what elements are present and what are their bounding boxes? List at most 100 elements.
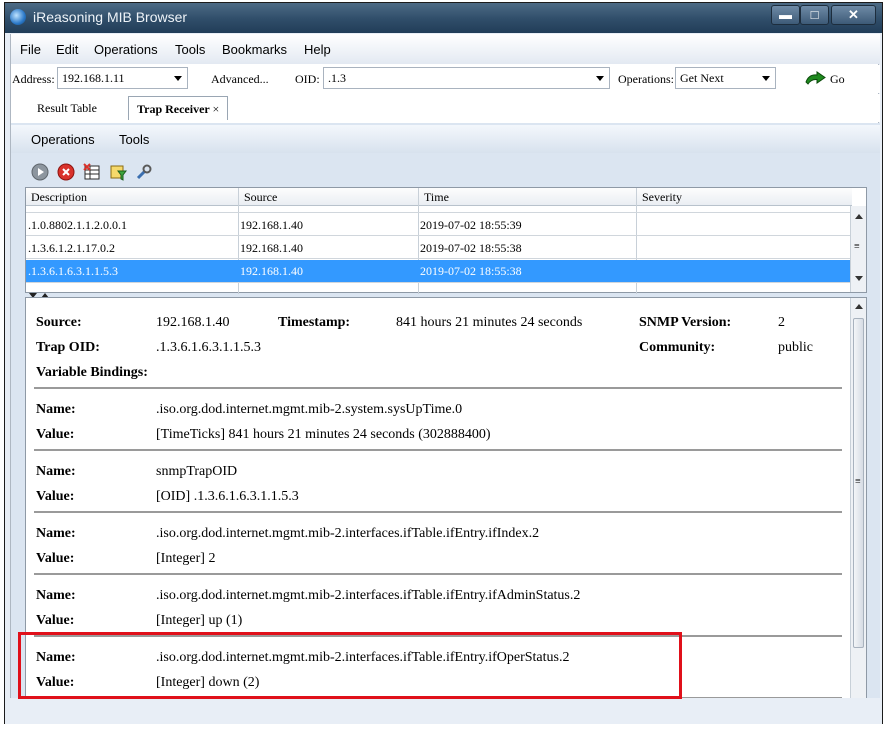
cell-description: .1.3.6.1.6.3.1.1.5.3: [28, 264, 118, 278]
trap-oid-label: Trap OID:: [36, 340, 100, 355]
binding-value-value: [OID] .1.3.6.1.6.3.1.1.5.3: [156, 489, 299, 504]
start-icon[interactable]: [31, 163, 49, 181]
scroll-up-icon[interactable]: [855, 304, 863, 309]
binding-name-value: .iso.org.dod.internet.mgmt.mib-2.interfa…: [156, 588, 581, 603]
table-header: Description Source Time Severity: [26, 188, 852, 206]
maximize-icon: □: [810, 7, 819, 22]
app-globe-icon: [10, 9, 26, 25]
address-label: Address:: [12, 72, 55, 86]
binding-value-value: [TimeTicks] 841 hours 21 minutes 24 seco…: [156, 427, 491, 442]
menu-file[interactable]: File: [20, 42, 41, 57]
settings-icon[interactable]: [135, 163, 153, 181]
go-arrow-icon[interactable]: [805, 71, 827, 85]
tab-result-table[interactable]: Result Table: [29, 96, 105, 120]
binding-value-label: Value:: [36, 613, 75, 628]
binding-name-value: snmpTrapOID: [156, 464, 238, 479]
cell-description: .1.3.6.1.2.1.17.0.2: [28, 241, 115, 255]
scroll-down-icon[interactable]: [855, 276, 863, 281]
timestamp-value: 841 hours 21 minutes 24 seconds: [396, 315, 583, 330]
operations-label: Operations:: [618, 72, 674, 86]
close-tab-icon[interactable]: ×: [213, 102, 220, 116]
snmp-version-value: 2: [778, 315, 785, 330]
operations-select[interactable]: Get Next: [675, 67, 776, 89]
divider: [34, 511, 842, 513]
scroll-grip-icon[interactable]: ≡: [854, 242, 860, 252]
menu-help[interactable]: Help: [304, 42, 331, 57]
column-header-source[interactable]: Source: [244, 190, 277, 205]
table-scrollbar[interactable]: ≡: [850, 206, 866, 292]
column-header-time[interactable]: Time: [424, 190, 449, 205]
address-value: 192.168.1.11: [62, 71, 125, 85]
go-button[interactable]: Go: [830, 72, 845, 87]
binding-name-label: Name:: [36, 464, 76, 479]
panel-menu-operations[interactable]: Operations: [31, 132, 95, 147]
client-area: File Edit Operations Tools Bookmarks Hel…: [10, 34, 880, 719]
table-row[interactable]: .1.0.8802.1.1.2.0.0.1 192.168.1.40 2019-…: [26, 214, 852, 236]
details-scrollbar[interactable]: ≡: [850, 298, 866, 716]
cell-source: 192.168.1.40: [240, 241, 303, 255]
menu-operations[interactable]: Operations: [94, 42, 158, 57]
divider: [34, 449, 842, 451]
divider: [34, 573, 842, 575]
column-header-severity[interactable]: Severity: [642, 190, 682, 205]
variable-bindings-label: Variable Bindings:: [36, 365, 148, 380]
community-value: public: [778, 340, 813, 355]
cell-time: 2019-07-02 18:55:38: [420, 264, 522, 278]
scroll-thumb[interactable]: ≡: [853, 318, 864, 648]
cell-description: .1.0.8802.1.1.2.0.0.1: [28, 218, 127, 232]
oid-combo[interactable]: .1.3: [323, 67, 610, 89]
close-window-button[interactable]: ✕: [831, 5, 876, 25]
binding-value-label: Value:: [36, 427, 75, 442]
address-combo[interactable]: 192.168.1.11: [57, 67, 188, 89]
menu-bar: File Edit Operations Tools Bookmarks Hel…: [11, 34, 880, 64]
scroll-up-icon[interactable]: [855, 214, 863, 219]
table-row[interactable]: .1.3.6.1.2.1.17.0.2 192.168.1.40 2019-07…: [26, 237, 852, 259]
binding-value-value: [Integer] up (1): [156, 613, 243, 628]
snmp-version-label: SNMP Version:: [639, 315, 732, 330]
panel-toolbar: [11, 155, 880, 187]
chevron-down-icon[interactable]: [596, 76, 604, 81]
title-bar[interactable]: iReasoning MIB Browser ▬ □ ✕: [5, 3, 882, 33]
source-label: Source:: [36, 315, 82, 330]
minimize-button[interactable]: ▬: [771, 5, 800, 25]
cell-source: 192.168.1.40: [240, 218, 303, 232]
address-bar: Address: 192.168.1.11 Advanced... OID: .…: [11, 65, 880, 93]
filter-icon[interactable]: [109, 163, 127, 181]
menu-tools[interactable]: Tools: [175, 42, 205, 57]
chevron-down-icon[interactable]: [762, 76, 770, 81]
cell-time: 2019-07-02 18:55:38: [420, 241, 522, 255]
scroll-grip-icon[interactable]: ≡: [855, 477, 861, 487]
cell-time: 2019-07-02 18:55:39: [420, 218, 522, 232]
binding-name-value: .iso.org.dod.internet.mgmt.mib-2.system.…: [156, 402, 463, 417]
divider: [34, 387, 842, 389]
table-row-partial[interactable]: [26, 206, 852, 213]
table-row-selected[interactable]: .1.3.6.1.6.3.1.1.5.3 192.168.1.40 2019-0…: [26, 260, 852, 283]
tab-strip: Result Table Trap Receiver ×: [11, 94, 880, 122]
binding-name-label: Name:: [36, 588, 76, 603]
stop-icon[interactable]: [57, 163, 75, 181]
panel-menu: Operations Tools: [11, 125, 880, 153]
binding-value-value: [Integer] 2: [156, 551, 216, 566]
trap-table: Description Source Time Severity .1.0.88…: [25, 187, 867, 294]
binding-value-label: Value:: [36, 551, 75, 566]
tab-label: Result Table: [37, 101, 97, 115]
advanced-button[interactable]: Advanced...: [211, 72, 269, 87]
panel-menu-tools[interactable]: Tools: [119, 132, 149, 147]
column-header-description[interactable]: Description: [31, 190, 87, 205]
operations-value: Get Next: [680, 71, 724, 85]
oid-label: OID:: [295, 72, 320, 86]
trap-oid-value: .1.3.6.1.6.3.1.1.5.3: [156, 340, 261, 355]
tab-label: Trap Receiver: [137, 102, 210, 116]
community-label: Community:: [639, 340, 716, 355]
menu-bookmarks[interactable]: Bookmarks: [222, 42, 287, 57]
delete-icon[interactable]: [83, 163, 101, 181]
tab-trap-receiver[interactable]: Trap Receiver ×: [128, 96, 229, 120]
binding-name-label: Name:: [36, 526, 76, 541]
app-window: iReasoning MIB Browser ▬ □ ✕ File Edit O…: [4, 2, 883, 724]
chevron-down-icon[interactable]: [174, 76, 182, 81]
maximize-button[interactable]: □: [800, 5, 829, 25]
binding-name-value: .iso.org.dod.internet.mgmt.mib-2.interfa…: [156, 526, 540, 541]
timestamp-label: Timestamp:: [278, 315, 351, 330]
source-value: 192.168.1.40: [156, 315, 230, 330]
menu-edit[interactable]: Edit: [56, 42, 78, 57]
